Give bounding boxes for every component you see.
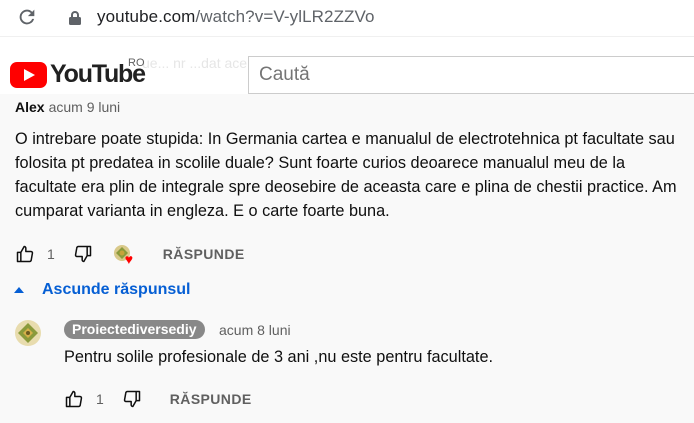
hide-replies-label: Ascunde răspunsul (42, 281, 191, 298)
thumbs-up-icon[interactable] (15, 244, 35, 264)
comment-author[interactable]: Alex (15, 99, 45, 115)
search-input[interactable] (249, 57, 694, 93)
reply-avatar[interactable] (14, 319, 42, 347)
comment-timestamp[interactable]: acum 9 luni (49, 99, 121, 115)
comment-text: O intrebare poate stupida: In Germania c… (15, 130, 677, 220)
reply-actions: 1 RĂSPUNDE (64, 387, 252, 411)
heart-icon: ♥ (124, 251, 134, 267)
url-field[interactable]: youtube.com/watch?v=V-ylLR2ZZVo (97, 7, 375, 27)
reply-timestamp[interactable]: acum 8 luni (219, 322, 291, 338)
like-count: 1 (47, 246, 55, 262)
url-host: youtube.com (97, 7, 196, 26)
comment-actions: 1 ♥ RĂSPUNDE (15, 242, 245, 266)
reply-like-count: 1 (96, 391, 104, 407)
search-box[interactable] (248, 56, 694, 94)
youtube-header: ue... nr ...dat ace... YouTube RO (0, 36, 694, 95)
reply-text: Pentru solile profesionale de 3 ani ,nu … (64, 348, 494, 366)
comment-author-line: Alex acum 9 luni (15, 99, 120, 115)
ghost-text: ue... nr ...dat ace... (142, 55, 259, 71)
reply-reply-button[interactable]: RĂSPUNDE (170, 391, 252, 407)
reply-button[interactable]: RĂSPUNDE (163, 246, 245, 262)
browser-address-bar: youtube.com/watch?v=V-ylLR2ZZVo (0, 0, 694, 36)
url-path: /watch?v=V-ylLR2ZZVo (195, 7, 375, 26)
region-code: RO (128, 57, 145, 69)
reload-icon[interactable] (16, 6, 38, 28)
lock-icon[interactable] (68, 10, 82, 26)
caret-up-icon (14, 287, 24, 293)
thumbs-down-icon[interactable] (122, 389, 142, 409)
thumbs-up-icon[interactable] (64, 389, 84, 409)
creator-heart-badge: ♥ (113, 244, 134, 267)
thumbs-down-icon[interactable] (73, 244, 93, 264)
youtube-play-icon (10, 62, 47, 88)
reply-author-badge[interactable]: Proiectediversediy (64, 320, 205, 339)
hide-replies-button[interactable]: Ascunde răspunsul (14, 281, 190, 299)
comments-section: Alex acum 9 luni O intrebare poate stupid… (0, 94, 694, 423)
